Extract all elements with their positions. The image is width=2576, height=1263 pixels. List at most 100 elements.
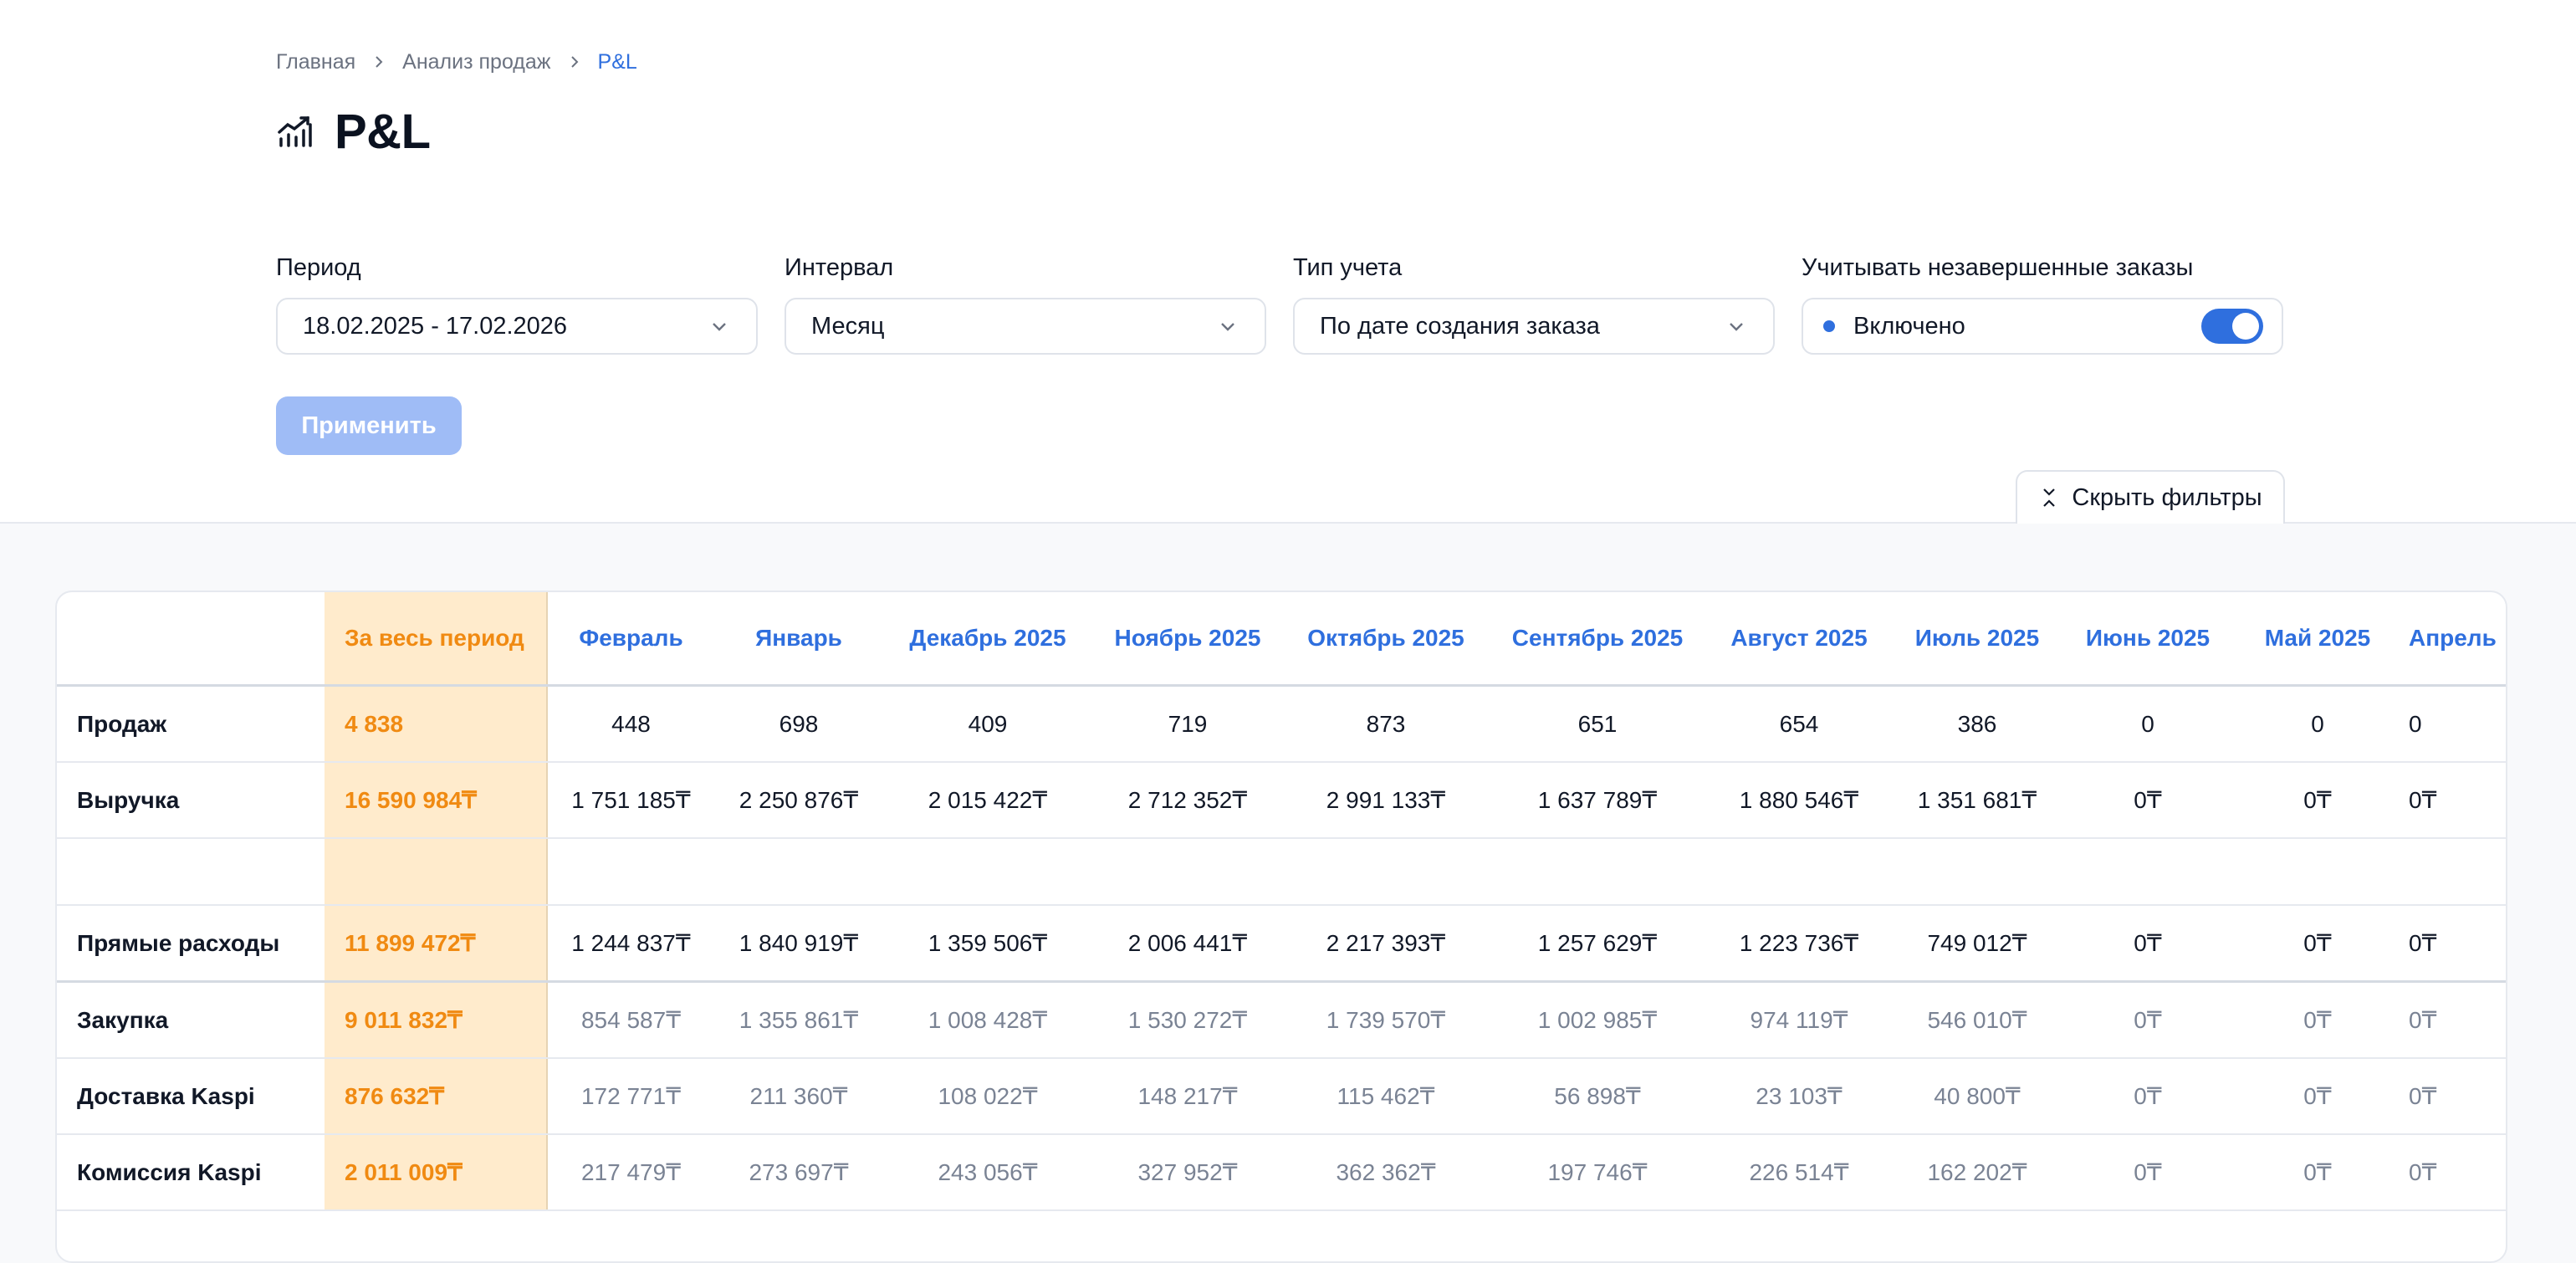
breadcrumb: Главная Анализ продаж P&L xyxy=(276,47,637,77)
chevron-right-icon xyxy=(565,52,585,72)
row-label: Закупка xyxy=(57,981,325,1059)
column-header-month[interactable]: Август 2025 xyxy=(1706,592,1892,687)
trending-chart-icon xyxy=(278,115,312,147)
period-select[interactable]: 18.02.2025 - 17.02.2026 xyxy=(276,298,758,355)
table-cell: 1 355 861₸ xyxy=(714,981,883,1059)
table-cell: 217 479₸ xyxy=(547,1134,714,1211)
table-cell: 0 xyxy=(2233,685,2402,763)
row-label: Прямые расходы xyxy=(57,905,325,983)
table-cell: 1 530 272₸ xyxy=(1092,981,1283,1059)
table-cell: 1 244 837₸ xyxy=(547,905,714,983)
chevron-down-icon xyxy=(713,323,726,331)
table-cell: 0₸ xyxy=(2233,1134,2402,1211)
accounting-type-select[interactable]: По дате создания заказа xyxy=(1293,298,1775,355)
table-cell: 172 771₸ xyxy=(547,1058,714,1135)
breadcrumb-home[interactable]: Главная xyxy=(276,50,355,74)
interval-filter: Интервал Месяц xyxy=(785,253,1266,355)
table-cell: 0₸ xyxy=(2233,762,2402,839)
table-cell: 2 006 441₸ xyxy=(1092,905,1283,983)
table-cell: 0₸ xyxy=(2062,981,2233,1059)
column-header-month[interactable]: Апрель xyxy=(2402,592,2506,687)
hide-filters-button[interactable]: Скрыть фильтры xyxy=(2016,470,2285,524)
table-row: Комиссия Kaspi 2 011 009₸ 217 479₸ 273 697₸… xyxy=(57,1134,2506,1211)
table-cell: 197 746₸ xyxy=(1489,1134,1706,1211)
incomplete-orders-toggle[interactable] xyxy=(2201,309,2263,344)
table-cell: 0₸ xyxy=(2062,762,2233,839)
table-cell: 386 xyxy=(1892,685,2062,763)
toggle-knob xyxy=(2232,313,2259,340)
table-cell: 1 840 919₸ xyxy=(714,905,883,983)
table-cell: 0₸ xyxy=(2402,981,2506,1059)
table-cell xyxy=(883,838,1092,906)
interval-select[interactable]: Месяц xyxy=(785,298,1266,355)
row-label: Доставка Kaspi xyxy=(57,1058,325,1135)
table-cell: 448 xyxy=(547,685,714,763)
table-cell: 854 587₸ xyxy=(547,981,714,1059)
table-cell: 749 012₸ xyxy=(1892,905,2062,983)
status-dot xyxy=(1823,320,1835,332)
column-header-month[interactable]: Январь xyxy=(714,592,883,687)
table-cell: 162 202₸ xyxy=(1892,1134,2062,1211)
table-cell: 2 712 352₸ xyxy=(1092,762,1283,839)
table-cell: 0₸ xyxy=(2402,762,2506,839)
column-header-month[interactable]: Сентябрь 2025 xyxy=(1489,592,1706,687)
period-filter: Период 18.02.2025 - 17.02.2026 xyxy=(276,253,758,355)
table-row: Выручка 16 590 984₸ 1 751 185₸ 2 250 876₸ 2 … xyxy=(57,762,2506,839)
table-cell: 0₸ xyxy=(2402,1134,2506,1211)
total-cell: 2 011 009₸ xyxy=(325,1134,548,1211)
table-cell: 654 xyxy=(1706,685,1892,763)
table-cell: 0₸ xyxy=(2402,1058,2506,1135)
table-row: Закупка 9 011 832₸ 854 587₸ 1 355 861₸ 1 008… xyxy=(57,981,2506,1059)
table-cell: 1 739 570₸ xyxy=(1283,981,1489,1059)
row-label: Комиссия Kaspi xyxy=(57,1134,325,1211)
table-cell xyxy=(2402,838,2506,906)
accounting-type-label: Тип учета xyxy=(1293,254,1403,281)
table-cell: 0 xyxy=(2402,685,2506,763)
table-cell: 0₸ xyxy=(2233,905,2402,983)
table-row: Продаж 4 838 448 698 409 719 873 651 654 386 0 0 0 xyxy=(57,685,2506,763)
table-cell: 243 056₸ xyxy=(883,1134,1092,1211)
breadcrumb-current: P&L xyxy=(597,49,637,74)
table-cell xyxy=(2233,838,2402,906)
table-cell: 273 697₸ xyxy=(714,1134,883,1211)
total-cell: 4 838 xyxy=(325,685,548,763)
row-label xyxy=(57,838,325,906)
chevron-down-icon xyxy=(1730,323,1743,331)
apply-button[interactable]: Применить xyxy=(276,396,462,455)
table-cell: 1 257 629₸ xyxy=(1489,905,1706,983)
table-cell: 211 360₸ xyxy=(714,1058,883,1135)
table-cell xyxy=(1489,838,1706,906)
pnl-table-card: За весь период Февраль Январь Декабрь 20… xyxy=(55,591,2507,1263)
column-header-month[interactable]: Май 2025 xyxy=(2233,592,2402,687)
chevron-right-icon xyxy=(369,52,389,72)
table-cell: 1 880 546₸ xyxy=(1706,762,1892,839)
table-cell: 1 008 428₸ xyxy=(883,981,1092,1059)
table-row: Доставка Kaspi 876 632₸ 172 771₸ 211 360₸ 10… xyxy=(57,1058,2506,1135)
collapse-icon xyxy=(2043,488,2056,507)
table-cell: 23 103₸ xyxy=(1706,1058,1892,1135)
column-header-total[interactable]: За весь период xyxy=(325,592,548,687)
table-cell xyxy=(2062,838,2233,906)
table-cell: 1 637 789₸ xyxy=(1489,762,1706,839)
table-cell: 0₸ xyxy=(2233,1058,2402,1135)
column-header-month[interactable]: Октябрь 2025 xyxy=(1283,592,1489,687)
table-cell: 148 217₸ xyxy=(1092,1058,1283,1135)
header-section: Главная Анализ продаж P&L P&L Период 18.… xyxy=(0,0,2576,524)
table-cell: 873 xyxy=(1283,685,1489,763)
breadcrumb-sales-analysis[interactable]: Анализ продаж xyxy=(402,50,550,74)
column-header-month[interactable]: Ноябрь 2025 xyxy=(1092,592,1283,687)
spacer-row xyxy=(57,838,2506,906)
table-cell: 2 217 393₸ xyxy=(1283,905,1489,983)
column-header-month[interactable]: Декабрь 2025 xyxy=(883,592,1092,687)
table-cell: 115 462₸ xyxy=(1283,1058,1489,1135)
column-header-month[interactable]: Июнь 2025 xyxy=(2062,592,2233,687)
column-header-month[interactable]: Июль 2025 xyxy=(1892,592,2062,687)
hide-filters-label: Скрыть фильтры xyxy=(2072,483,2262,511)
accounting-type-value: По дате создания заказа xyxy=(1320,312,1600,340)
table-cell: 698 xyxy=(714,685,883,763)
table-cell: 2 250 876₸ xyxy=(714,762,883,839)
column-header-month[interactable]: Февраль xyxy=(547,592,714,687)
table-cell: 108 022₸ xyxy=(883,1058,1092,1135)
table-cell: 974 119₸ xyxy=(1706,981,1892,1059)
total-cell: 11 899 472₸ xyxy=(325,905,548,983)
